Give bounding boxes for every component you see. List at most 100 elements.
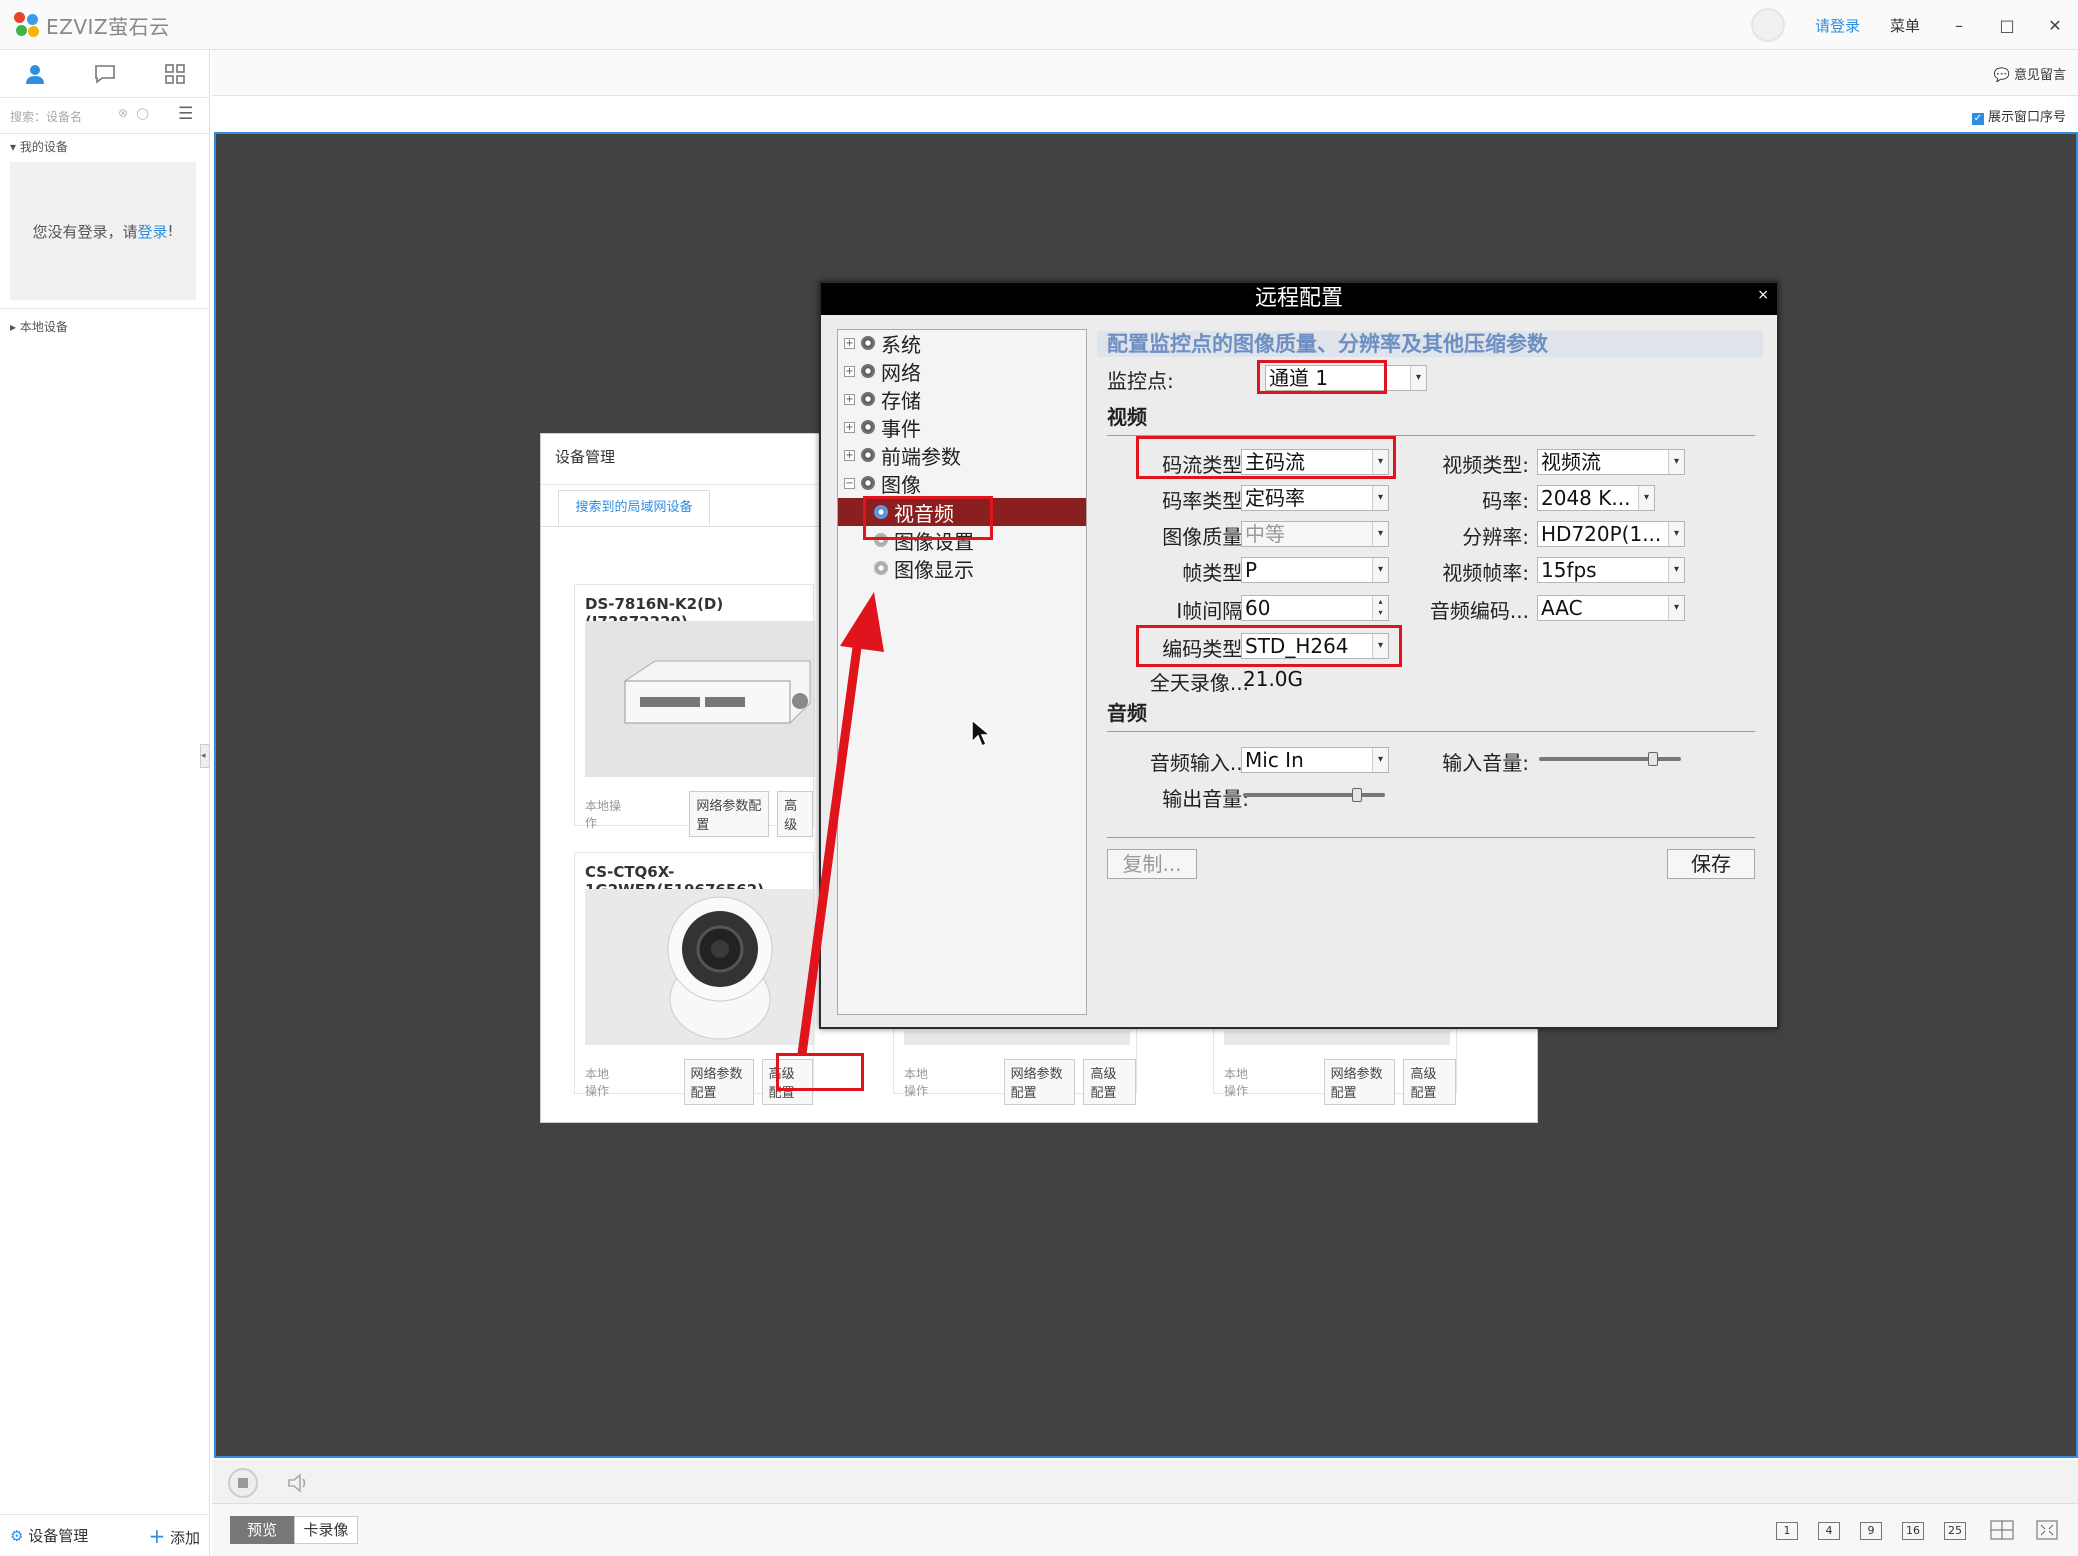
video-type-select[interactable]: 视频流 ▾ (1537, 449, 1685, 475)
output-volume-slider[interactable] (1243, 793, 1385, 797)
custom-layout-icon[interactable] (1990, 1520, 2014, 1540)
tree-item-frontend[interactable]: + 前端参数 (844, 442, 961, 469)
plus-icon: + (148, 1523, 166, 1548)
chevron-down-icon[interactable]: ▾ (1372, 748, 1388, 772)
chevron-down-icon[interactable]: ▾ (1668, 558, 1684, 582)
search-icon[interactable]: ○ (136, 104, 149, 122)
layout-9-button[interactable]: 9 (1860, 1522, 1882, 1540)
net-config-button[interactable]: 网络参数配置 (1003, 1059, 1076, 1105)
feedback-button[interactable]: 💬 意见留言 (1994, 64, 2066, 83)
expand-icon[interactable]: + (844, 393, 855, 405)
tab-preview[interactable]: 预览 (230, 1516, 294, 1544)
audio-codec-select[interactable]: AAC ▾ (1537, 595, 1685, 621)
layout-1-button[interactable]: 1 (1776, 1522, 1798, 1540)
tab-sd-record[interactable]: 卡录像 (294, 1516, 358, 1544)
dialog-close-button[interactable]: × (1757, 287, 1769, 303)
chat-icon[interactable] (93, 63, 117, 85)
grid-icon[interactable] (164, 63, 186, 85)
tree-item-storage[interactable]: + 存储 (844, 386, 921, 413)
chevron-down-icon[interactable]: ▾ (1372, 522, 1388, 546)
chat-bubble-icon: 💬 (1993, 68, 2010, 83)
bottom-bar: 预览 卡录像 1 4 9 16 25 (212, 1504, 2078, 1556)
minimize-button[interactable]: – (1950, 16, 1968, 35)
annotation-arrow (797, 592, 884, 1055)
tree-item-system[interactable]: + 系统 (844, 330, 921, 357)
chevron-down-icon[interactable]: ▾ (1668, 450, 1684, 474)
feedback-label: 意见留言 (2013, 68, 2066, 83)
chevron-down-icon[interactable]: ▾ (1372, 558, 1388, 582)
audio-in-value: Mic In (1245, 748, 1304, 772)
monitor-label: 监控点: (1107, 369, 1174, 393)
advanced-config-button[interactable]: 高级配置 (1403, 1059, 1456, 1105)
framerate-select[interactable]: 15fps ▾ (1537, 557, 1685, 583)
expand-icon[interactable]: + (844, 449, 855, 461)
fullscreen-icon[interactable] (2036, 1520, 2058, 1540)
chevron-down-icon[interactable]: ▾ (1410, 366, 1426, 390)
chevron-down-icon[interactable]: ▾ (1668, 596, 1684, 620)
stop-button[interactable] (228, 1468, 258, 1498)
tree-item-image-display[interactable]: 图像显示 (874, 555, 974, 582)
local-op-label: 本地操作 (904, 1067, 929, 1098)
login-hint-link[interactable]: 登录 (137, 221, 167, 242)
add-button[interactable]: + 添加 (148, 1524, 200, 1548)
quality-select[interactable]: 中等 ▾ (1241, 521, 1389, 547)
copy-button[interactable]: 复制... (1107, 849, 1197, 879)
advanced-config-button[interactable]: 高级配置 (1083, 1059, 1136, 1105)
input-volume-handle[interactable] (1647, 752, 1658, 766)
user-icon[interactable] (24, 63, 46, 85)
spin-icon[interactable]: ▴ ▾ (1372, 596, 1388, 620)
chevron-down-icon[interactable]: ▾ (1668, 522, 1684, 546)
local-devices-label: 本地设备 (19, 320, 68, 334)
tree-item-image[interactable]: − 图像 (844, 470, 921, 497)
audio-in-select[interactable]: Mic In ▾ (1241, 747, 1389, 773)
chevron-down-icon[interactable]: ▾ (1638, 486, 1654, 510)
stop-icon (238, 1478, 248, 1488)
net-config-button[interactable]: 网络参数配置 (689, 791, 770, 837)
bitrate-type-label: 码率类型: (1162, 489, 1249, 513)
resolution-value: HD720P(1... (1541, 522, 1662, 546)
device-manage-button[interactable]: ⚙ 设备管理 (10, 1525, 88, 1546)
quality-label: 图像质量: (1162, 525, 1249, 549)
resolution-select[interactable]: HD720P(1... ▾ (1537, 521, 1685, 547)
expand-icon[interactable]: + (844, 337, 855, 349)
annotation-box (1136, 625, 1402, 667)
list-menu-icon[interactable]: ☰ (178, 104, 193, 124)
iframe-stepper[interactable]: 60 ▴ ▾ (1241, 595, 1389, 621)
layout-16-button[interactable]: 16 (1902, 1522, 1924, 1540)
my-devices-node[interactable]: ▾ 我的设备 (0, 132, 68, 162)
tree-item-event[interactable]: + 事件 (844, 414, 921, 441)
maximize-button[interactable]: □ (1998, 16, 2016, 35)
framerate-value: 15fps (1541, 558, 1597, 582)
volume-icon[interactable] (286, 1472, 310, 1494)
menu-button[interactable]: 菜单 (1890, 15, 1920, 36)
search-input[interactable]: 搜索：设备名 (10, 110, 82, 124)
input-volume-slider[interactable] (1539, 757, 1681, 761)
clear-icon[interactable]: ⊗ (118, 106, 128, 120)
bitrate-select[interactable]: 2048 K... ▾ (1537, 485, 1655, 511)
video-type-value: 视频流 (1541, 450, 1601, 474)
frame-type-select[interactable]: P ▾ (1241, 557, 1389, 583)
device-card-ops: 本地操作 网络参数配置 高级 (585, 791, 813, 837)
local-devices-node[interactable]: ▸ 本地设备 (0, 312, 68, 342)
collapse-handle[interactable]: ◂ (200, 744, 210, 768)
layout-25-button[interactable]: 25 (1944, 1522, 1966, 1540)
layout-4-button[interactable]: 4 (1818, 1522, 1840, 1540)
show-index-toggle[interactable]: ✓ 展示窗口序号 (1971, 106, 2066, 125)
login-link[interactable]: 请登录 (1815, 15, 1860, 36)
tab-lan-devices[interactable]: 搜索到的局域网设备 (558, 490, 710, 526)
net-config-button[interactable]: 网络参数配置 (1323, 1059, 1396, 1105)
bitrate-type-select[interactable]: 定码率 ▾ (1241, 485, 1389, 511)
output-volume-handle[interactable] (1351, 788, 1362, 802)
show-index-label: 展示窗口序号 (1987, 110, 2066, 125)
chevron-down-icon[interactable]: ▾ (1372, 486, 1388, 510)
expand-icon[interactable]: + (844, 421, 855, 433)
close-button[interactable]: ✕ (2046, 16, 2064, 35)
tree-item-network[interactable]: + 网络 (844, 358, 921, 385)
save-button[interactable]: 保存 (1667, 849, 1755, 879)
avatar[interactable] (1750, 8, 1785, 42)
checkbox-checked-icon[interactable]: ✓ (1971, 113, 1984, 125)
output-volume-label: 输出音量: (1162, 787, 1249, 811)
collapse-icon[interactable]: − (844, 477, 855, 489)
expand-icon[interactable]: + (844, 365, 855, 377)
net-config-button[interactable]: 网络参数配置 (683, 1059, 754, 1105)
